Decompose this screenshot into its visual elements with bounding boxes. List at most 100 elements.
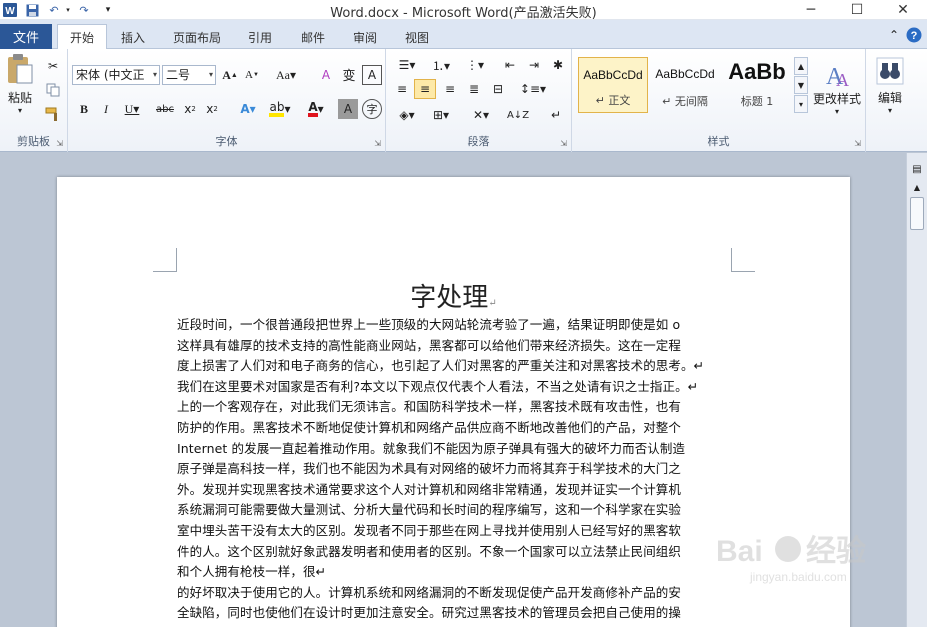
show-marks-icon[interactable]: ↵ bbox=[546, 105, 566, 125]
text-line: 度上损害了人们对和电子商务的信心，也引起了人们对黑客的严重关注和对黑客技术的思考… bbox=[177, 358, 705, 374]
tab-file[interactable]: 文件 bbox=[0, 24, 52, 49]
borders-icon[interactable]: ⊞▾ bbox=[426, 105, 456, 125]
tab-mailings[interactable]: 邮件 bbox=[292, 26, 334, 49]
styles-more-icon[interactable]: ▾ bbox=[794, 95, 808, 113]
tab-insert[interactable]: 插入 bbox=[112, 26, 154, 49]
paragraph-launcher-icon[interactable]: ⇲ bbox=[560, 139, 567, 148]
styles-launcher-icon[interactable]: ⇲ bbox=[854, 139, 861, 148]
paragraph-mark: ↵ bbox=[488, 298, 497, 309]
bold-button[interactable]: B bbox=[74, 99, 94, 119]
font-size-combo[interactable]: 二号 ▾ bbox=[162, 65, 216, 85]
text-line: 室中埋头苦干没有太大的区别。发现者不同于那些在网上寻找并使用别人已经写好的黑客软 bbox=[177, 522, 682, 538]
help-icon[interactable]: ? bbox=[906, 27, 922, 43]
underline-button[interactable]: U▾ bbox=[118, 99, 146, 119]
cut-icon[interactable]: ✂ bbox=[44, 57, 62, 75]
style-no-spacing-sample: AaBbCcDd bbox=[655, 67, 715, 81]
strikethrough-button[interactable]: abc bbox=[154, 99, 176, 119]
styles-scroll-up-icon[interactable]: ▲ bbox=[794, 57, 808, 75]
phonetic-guide-icon[interactable]: 变 bbox=[338, 63, 360, 85]
styles-scroll-down-icon[interactable]: ▼ bbox=[794, 76, 808, 94]
crop-mark-top-left bbox=[153, 248, 177, 272]
text-line: 系统漏洞可能需要做大量测试、分析大量代码和长时间的程序编写，这和一个科学家在实验 bbox=[177, 502, 682, 518]
document-heading-text: 字处理 bbox=[410, 283, 489, 313]
align-right-icon[interactable]: ≡ bbox=[440, 79, 460, 99]
paragraph-group-label: 段落 bbox=[467, 135, 490, 148]
align-left-icon[interactable]: ≡ bbox=[392, 79, 412, 99]
highlight-color-icon[interactable]: ab ▾ bbox=[266, 99, 294, 119]
change-case-icon[interactable]: Aa▾ bbox=[272, 65, 300, 85]
text-line: 近段时间，一个很普通段把世界上一些顶级的大网站轮流考验了一遍，结果证明即使是如 … bbox=[177, 317, 681, 332]
enclose-characters-icon[interactable]: 字 bbox=[362, 99, 382, 119]
text-line: 的好坏取决于使用它的人。计算机系统和网络漏洞的不断发现促使产品开发商修补产品的安 bbox=[177, 584, 682, 600]
svg-text:jingyan.baidu.com: jingyan.baidu.com bbox=[749, 570, 847, 584]
style-heading-1-sample: AaBb bbox=[728, 59, 786, 84]
chinese-layout-icon[interactable]: ✱ bbox=[548, 55, 568, 75]
text-line: 和个人拥有枪枝一样，很↵ bbox=[177, 564, 327, 580]
scroll-up-icon[interactable]: ▲ bbox=[910, 181, 924, 193]
character-shading-icon[interactable]: A bbox=[338, 99, 358, 119]
distributed-icon[interactable]: ⊟ bbox=[488, 79, 508, 99]
style-heading-1[interactable]: AaBb 标题 1 bbox=[722, 57, 792, 113]
styles-group-label: 样式 bbox=[707, 135, 730, 148]
increase-indent-icon[interactable]: ⇥ bbox=[524, 55, 544, 75]
change-styles-button[interactable]: AA 更改样式 ▾ bbox=[810, 53, 864, 123]
font-name-dropdown-icon: ▾ bbox=[152, 70, 157, 79]
numbering-icon[interactable]: ⒈▾ bbox=[426, 55, 456, 75]
justify-icon[interactable]: ≣ bbox=[464, 79, 484, 99]
editing-dropdown-icon: ▾ bbox=[887, 106, 892, 115]
subscript-button[interactable]: x2 bbox=[180, 99, 200, 119]
shrink-font-icon[interactable]: A ▼ bbox=[242, 65, 262, 85]
tab-view[interactable]: 视图 bbox=[396, 26, 438, 49]
superscript-button[interactable]: x2 bbox=[202, 99, 222, 119]
copy-icon[interactable] bbox=[44, 81, 62, 99]
collapse-ribbon-icon[interactable]: ⌃ bbox=[886, 27, 902, 43]
style-no-spacing[interactable]: AaBbCcDd ↵ 无间隔 bbox=[650, 57, 720, 113]
character-scaling-icon[interactable]: ✕▾ bbox=[466, 105, 496, 125]
svg-text:经验: 经验 bbox=[806, 534, 866, 568]
clipboard-launcher-icon[interactable]: ⇲ bbox=[56, 139, 63, 148]
grow-font-icon[interactable]: A ▲ bbox=[220, 65, 240, 85]
italic-button[interactable]: I bbox=[96, 99, 116, 119]
tab-page-layout[interactable]: 页面布局 bbox=[164, 26, 230, 49]
decrease-indent-icon[interactable]: ⇤ bbox=[500, 55, 520, 75]
tab-references[interactable]: 引用 bbox=[240, 26, 280, 49]
align-center-icon[interactable]: ≡ bbox=[414, 79, 436, 99]
font-size-value: 二号 bbox=[166, 68, 191, 82]
change-styles-label: 更改样式 bbox=[812, 92, 861, 106]
baidu-watermark: Bai 经验 jingyan.baidu.com bbox=[710, 527, 900, 587]
document-heading[interactable]: 字处理↵ bbox=[57, 277, 850, 314]
style-normal[interactable]: AaBbCcDd ↵ 正文 bbox=[578, 57, 648, 113]
character-border-icon[interactable]: A bbox=[362, 65, 382, 85]
text-line: 原子弹是高科技一样，我们也不能因为术具有对网络的破坏力而将其弃于科学技术的大门之 bbox=[177, 461, 682, 477]
maximize-button[interactable]: ☐ bbox=[834, 0, 880, 20]
tab-review[interactable]: 审阅 bbox=[344, 26, 386, 49]
text-line: 我们在这里要术对国家是否有利?本文以下观点仅代表个人看法，不当之处请有识之士指正… bbox=[177, 378, 699, 394]
format-painter-icon[interactable] bbox=[44, 105, 62, 123]
multilevel-list-icon[interactable]: ⋮▾ bbox=[460, 55, 490, 75]
clipboard-group: 粘贴 ▾ ✂ 剪贴板 ⇲ bbox=[0, 49, 68, 152]
style-no-spacing-name: ↵ 无间隔 bbox=[662, 95, 708, 108]
style-heading-1-name: 标题 1 bbox=[740, 95, 774, 108]
paste-icon bbox=[8, 54, 33, 84]
font-color-icon[interactable]: A ▾ bbox=[302, 99, 330, 119]
clear-formatting-icon[interactable]: A bbox=[316, 65, 336, 85]
editing-button[interactable]: 编辑 ▾ bbox=[870, 53, 910, 119]
tab-home[interactable]: 开始 bbox=[57, 24, 107, 50]
vertical-scrollbar[interactable]: ▤ ▲ bbox=[906, 153, 927, 627]
close-button[interactable]: ✕ bbox=[880, 0, 926, 20]
shading-icon[interactable]: ◈▾ bbox=[392, 105, 422, 125]
bullets-icon[interactable]: ☰▾ bbox=[392, 55, 422, 75]
scroll-thumb[interactable] bbox=[910, 197, 924, 230]
text-line: 上的一个客观存在，对此我们无须讳言。和国防科学技术一样，黑客技术既有攻击性，也有 bbox=[177, 399, 682, 415]
minimize-button[interactable]: ─ bbox=[788, 0, 834, 20]
document-body[interactable]: 近段时间，一个很普通段把世界上一些顶级的大网站轮流考验了一遍，结果证明即使是如 … bbox=[177, 315, 733, 624]
text-line: 件的人。这个区别就好象武器发明者和使用者的区别。不象一个国家可以立法禁止民间组织 bbox=[177, 543, 682, 559]
ruler-toggle-icon[interactable]: ▤ bbox=[910, 161, 924, 177]
line-spacing-icon[interactable]: ↕≡▾ bbox=[518, 79, 548, 99]
styles-group: AaBbCcDd ↵ 正文 AaBbCcDd ↵ 无间隔 AaBb 标题 1 ▲… bbox=[572, 49, 866, 152]
paste-button[interactable]: 粘贴 ▾ bbox=[2, 53, 38, 115]
font-name-combo[interactable]: 宋体 (中文正 ▾ bbox=[72, 65, 160, 85]
text-effects-icon[interactable]: A▾ bbox=[234, 99, 262, 119]
sort-icon[interactable]: A↓Z bbox=[507, 105, 529, 125]
font-launcher-icon[interactable]: ⇲ bbox=[374, 139, 381, 148]
